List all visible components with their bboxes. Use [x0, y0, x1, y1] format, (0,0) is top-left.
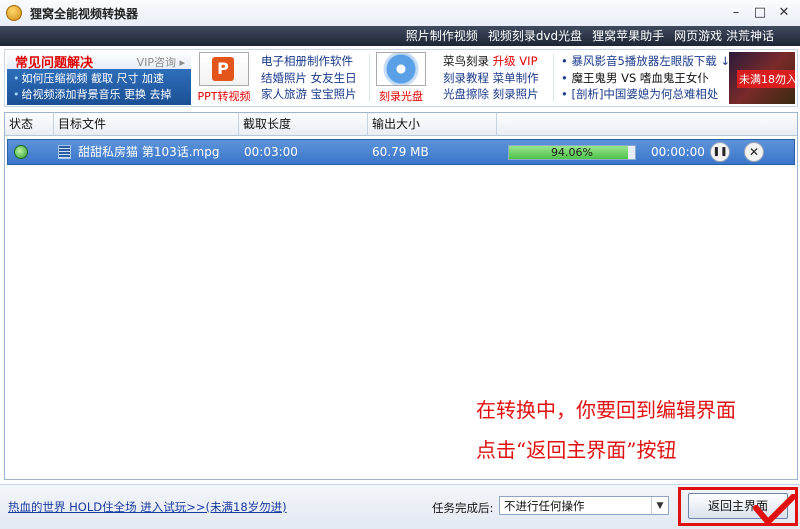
row-output-size: 60.79 MB — [372, 145, 429, 159]
row-filename: 甜甜私房猫 第103话.mpg — [78, 145, 220, 159]
link-burn-tutorial[interactable]: 刻录教程 菜单制作 — [443, 70, 539, 87]
after-done-value: 不进行任何操作 — [504, 499, 585, 513]
faq-panel: 常见问题解决 VIP咨询 ▸ • 如何压缩视频 截取 尺寸 加速 • 给视频添加背景… — [7, 51, 191, 105]
disc-promo[interactable]: 刻录光盘 — [372, 52, 430, 104]
link-upgrade-vip[interactable]: 升级 VIP — [493, 54, 538, 68]
row-remaining-time: 00:00:00 — [651, 145, 705, 159]
header-output-size[interactable]: 输出大小 — [368, 113, 497, 135]
news-links: • 暴风影音5播放器左眼版下载 ↓ • 魔王鬼男 VS 嗜血鬼王女仆 • [剖析… — [561, 53, 730, 103]
pause-button[interactable]: ❚❚ — [710, 142, 730, 162]
vip-consult-link[interactable]: VIP咨询 ▸ — [137, 54, 185, 70]
game-ad-link[interactable]: 热血的世界 HOLD住全场 进入试玩>>(未满18岁勿进) — [8, 499, 287, 515]
close-window-button[interactable]: ✕ — [774, 3, 794, 21]
window-title: 狸窝全能视频转换器 — [30, 7, 139, 21]
disc-caption: 刻录光盘 — [379, 90, 423, 103]
title-bar: 狸窝全能视频转换器 – □ ✕ — [0, 0, 800, 27]
window-controls: – □ ✕ — [726, 3, 794, 21]
ppt-icon — [199, 52, 249, 86]
menu-dvd-burn[interactable]: 视频刻录dvd光盘 — [488, 28, 582, 44]
ppt-caption: PPT转视频 — [197, 90, 251, 103]
link-demon-king[interactable]: • 魔王鬼男 VS 嗜血鬼王女仆 — [561, 70, 730, 87]
converting-status-icon — [14, 145, 28, 159]
link-family-travel[interactable]: 家人旅游 宝宝照片 — [261, 86, 357, 103]
row-duration: 00:03:00 — [244, 145, 298, 159]
bottom-bar: 热血的世界 HOLD住全场 进入试玩>>(未满18岁勿进) 任务完成后: 不进行… — [0, 484, 800, 529]
faq-link-compress[interactable]: • 如何压缩视频 截取 尺寸 加速 — [13, 71, 191, 87]
app-logo-icon — [6, 5, 22, 21]
tutorial-annotation: 在转换中，你要回到编辑界面 点击“返回主界面”按钮 — [476, 390, 736, 470]
header-target-file[interactable]: 目标文件 — [54, 113, 239, 135]
menu-web-game[interactable]: 网页游戏 洪荒神话 — [674, 28, 774, 44]
menu-apple-assistant[interactable]: 狸窝苹果助手 — [592, 28, 664, 44]
faq-title[interactable]: 常见问题解决 — [15, 52, 93, 71]
game-ad-tag: 未满18勿入 — [737, 70, 795, 88]
ppt-promo[interactable]: PPT转视频 — [195, 52, 253, 104]
conversion-progress-bar: 94.06% — [508, 145, 636, 160]
link-analysis[interactable]: • [剖析]中国婆媳为何总难相处 — [561, 86, 730, 103]
cancel-task-button[interactable]: ✕ — [744, 142, 764, 162]
annotation-line-2: 点击“返回主界面”按钮 — [476, 438, 677, 462]
table-row[interactable]: 甜甜私房猫 第103话.mpg 00:03:00 60.79 MB 94.06%… — [7, 139, 795, 165]
after-done-label: 任务完成后: — [432, 501, 494, 515]
return-main-button[interactable]: 返回主界面 — [688, 493, 788, 519]
link-album-software[interactable]: 电子相册制作软件 — [261, 53, 357, 70]
maximize-button[interactable]: □ — [750, 3, 770, 21]
video-file-icon — [58, 145, 71, 159]
chevron-down-icon[interactable]: ▼ — [651, 497, 668, 514]
after-done-select[interactable]: 不进行任何操作 ▼ — [499, 496, 669, 515]
header-progress — [497, 113, 797, 135]
game-ad-image[interactable]: 未满18勿入 — [729, 52, 795, 104]
menu-photo-to-video[interactable]: 照片制作视频 — [406, 28, 478, 44]
ad-banner: 常见问题解决 VIP咨询 ▸ • 如何压缩视频 截取 尺寸 加速 • 给视频添加背景… — [4, 49, 798, 107]
disc-icon — [376, 52, 426, 86]
link-beginner-burn[interactable]: 菜鸟刻录 — [443, 54, 489, 68]
link-disc-erase[interactable]: 光盘擦除 刻录照片 — [443, 86, 539, 103]
faq-link-music[interactable]: • 给视频添加背景音乐 更换 去掉 — [13, 87, 191, 103]
link-baofeng[interactable]: • 暴风影音5播放器左眼版下载 ↓ — [561, 53, 730, 70]
top-menu-bar: 照片制作视频 视频刻录dvd光盘 狸窝苹果助手 网页游戏 洪荒神话 — [0, 26, 800, 46]
progress-percent: 94.06% — [551, 146, 593, 159]
header-status[interactable]: 状态 — [5, 113, 54, 135]
burn-links: 菜鸟刻录 升级 VIP 刻录教程 菜单制作 光盘擦除 刻录照片 — [443, 53, 539, 103]
table-header: 状态 目标文件 截取长度 输出大小 — [5, 113, 797, 136]
minimize-button[interactable]: – — [726, 3, 746, 21]
header-clip-length[interactable]: 截取长度 — [239, 113, 368, 135]
annotation-line-1: 在转换中，你要回到编辑界面 — [476, 398, 736, 422]
link-wedding-photos[interactable]: 结婚照片 女友生日 — [261, 70, 357, 87]
photo-album-links: 电子相册制作软件 结婚照片 女友生日 家人旅游 宝宝照片 — [261, 53, 357, 103]
